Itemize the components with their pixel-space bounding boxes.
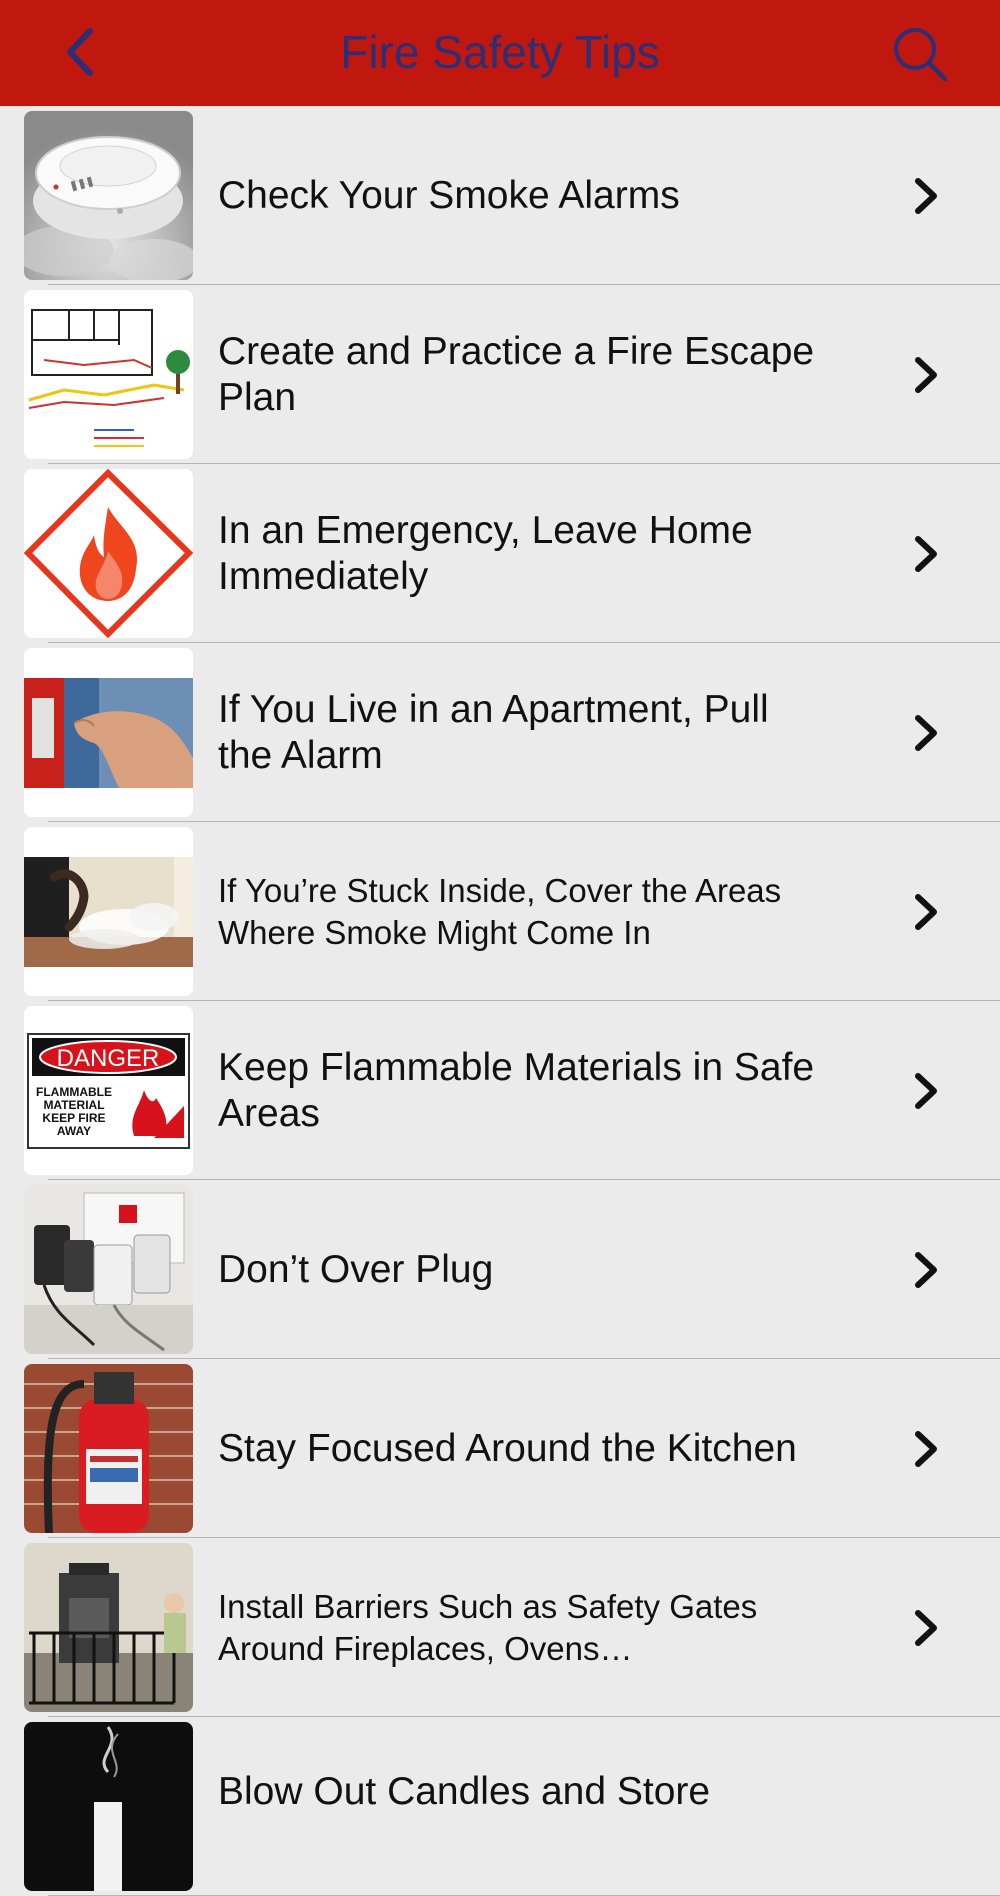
list-item[interactable]: If You’re Stuck Inside, Cover the Areas … [0,822,1000,1001]
tip-label: If You’re Stuck Inside, Cover the Areas … [218,871,782,951]
chevron-right-icon [915,715,937,751]
list-item[interactable]: Install Barriers Such as Safety Gates Ar… [0,1538,1000,1717]
tip-label: If You Live in an Apartment, Pull the Al… [218,687,769,777]
chevron-right-icon [915,1610,937,1646]
chevron-right-icon [915,178,937,214]
list-item[interactable]: In an Emergency, Leave Home Immediately [0,464,1000,643]
tip-label: Stay Focused Around the Kitchen [218,1426,797,1470]
tip-label: Create and Practice a Fire Escape Plan [218,329,815,419]
list-item[interactable]: Don’t Over Plug [0,1180,1000,1359]
danger-sign-title: DANGER [57,1045,160,1072]
search-button[interactable] [888,22,952,86]
page-title: Fire Safety Tips [340,26,660,78]
tip-label: Blow Out Candles and Store [218,1770,711,1813]
danger-sign-line: KEEP FIRE [42,1111,105,1125]
list-item[interactable]: Blow Out Candles and Store [0,1717,1000,1896]
danger-sign-line: AWAY [57,1124,91,1138]
tip-label: Don’t Over Plug [218,1247,494,1291]
list-item[interactable]: DANGER FLAMMABLE MATERIAL KEEP FIRE AWAY… [0,1001,1000,1180]
danger-sign-line: FLAMMABLE [36,1085,112,1099]
chevron-right-icon [915,357,937,393]
fire-extinguisher-thumbnail [24,1364,193,1533]
tip-label: Install Barriers Such as Safety Gates Ar… [218,1587,758,1667]
back-button[interactable] [50,22,110,82]
chevron-right-icon [915,1073,937,1109]
chevron-right-icon [915,894,937,930]
navigation-bar: Fire Safety Tips [0,0,1000,106]
list-item[interactable]: If You Live in an Apartment, Pull the Al… [0,643,1000,822]
list-item[interactable]: Check Your Smoke Alarms [0,106,1000,285]
tip-label: Keep Flammable Materials in Safe Areas [218,1045,815,1135]
danger-sign-thumbnail: DANGER FLAMMABLE MATERIAL KEEP FIRE AWAY [24,1006,193,1175]
tips-list: Check Your Smoke Alarms Create and Pract… [0,106,1000,1896]
search-icon [894,28,948,82]
smoke-door-thumbnail [24,827,193,996]
tip-label: In an Emergency, Leave Home Immediately [218,508,753,598]
chevron-right-icon [915,1252,937,1288]
fire-alarm-pull-thumbnail [24,648,193,817]
escape-plan-thumbnail [24,290,193,459]
fireplace-gate-thumbnail [24,1543,193,1712]
flammable-symbol-thumbnail [24,469,193,638]
chevron-right-icon [915,536,937,572]
smoke-alarm-thumbnail [24,111,193,280]
candle-thumbnail [24,1722,193,1891]
list-item[interactable]: Stay Focused Around the Kitchen [0,1359,1000,1538]
list-item[interactable]: Create and Practice a Fire Escape Plan [0,285,1000,464]
tip-label: Check Your Smoke Alarms [218,173,680,217]
chevron-right-icon [915,1431,937,1467]
overloaded-outlet-thumbnail [24,1185,193,1354]
danger-sign-line: MATERIAL [43,1098,104,1112]
chevron-left-icon [67,28,93,76]
